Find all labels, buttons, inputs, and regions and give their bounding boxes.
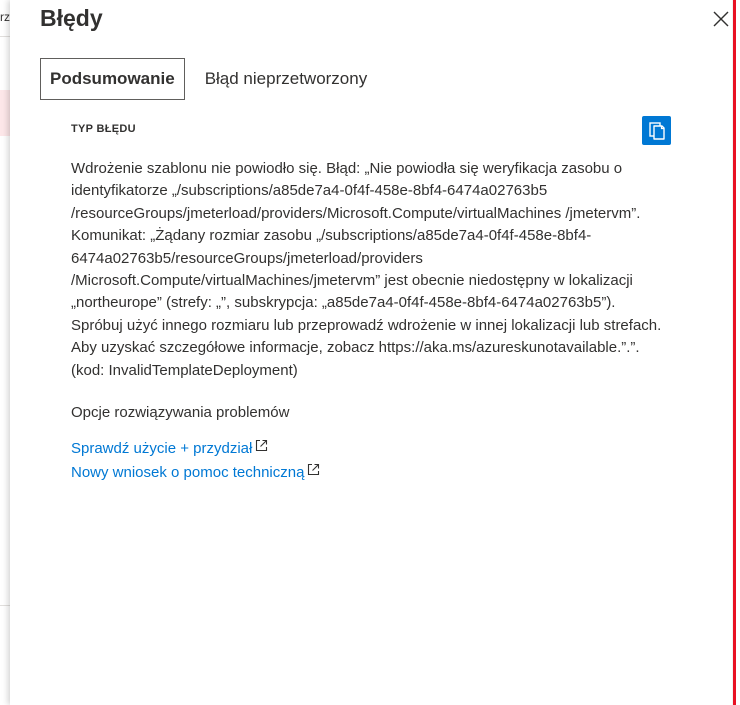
tab-bar: Podsumowanie Błąd nieprzetworzony (40, 58, 377, 100)
tab-summary[interactable]: Podsumowanie (40, 58, 185, 100)
tab-summary-label: Podsumowanie (50, 69, 175, 88)
background-divider-bottom (0, 605, 10, 606)
copy-icon (648, 121, 665, 140)
troubleshooting-heading: Opcje rozwiązywania problemów (71, 404, 290, 421)
errors-blade: Błędy Podsumowanie Błąd nieprzetworzony … (10, 0, 732, 705)
external-link-icon (307, 463, 320, 476)
external-link-icon (255, 439, 268, 452)
background-divider (0, 36, 10, 37)
screen-edge-tail (736, 0, 740, 705)
close-button[interactable] (708, 6, 734, 32)
background-peek-text: rz (0, 10, 10, 24)
tab-raw-error[interactable]: Błąd nieprzetworzony (195, 58, 378, 100)
copy-button[interactable] (642, 116, 671, 145)
troubleshooting-links: Sprawdź użycie + przydział Nowy wniosek … (71, 436, 320, 484)
blade-title: Błędy (40, 5, 103, 31)
tab-raw-error-label: Błąd nieprzetworzony (204, 69, 368, 88)
screen: rz Błędy Podsumowanie Błąd nieprzetworzo… (0, 0, 740, 705)
link-row-usage-quota: Sprawdź użycie + przydział (71, 436, 320, 460)
error-type-label: TYP BŁĘDU (71, 123, 136, 135)
check-usage-quota-link[interactable]: Sprawdź użycie + przydział (71, 440, 252, 457)
new-support-request-link[interactable]: Nowy wniosek o pomoc techniczną (71, 464, 304, 481)
background-error-banner (0, 90, 10, 136)
error-message: Wdrożenie szablonu nie powiodło się. Błą… (71, 160, 662, 379)
close-icon (713, 11, 729, 27)
background-page: rz (0, 0, 10, 705)
link-row-support-request: Nowy wniosek o pomoc techniczną (71, 460, 320, 484)
